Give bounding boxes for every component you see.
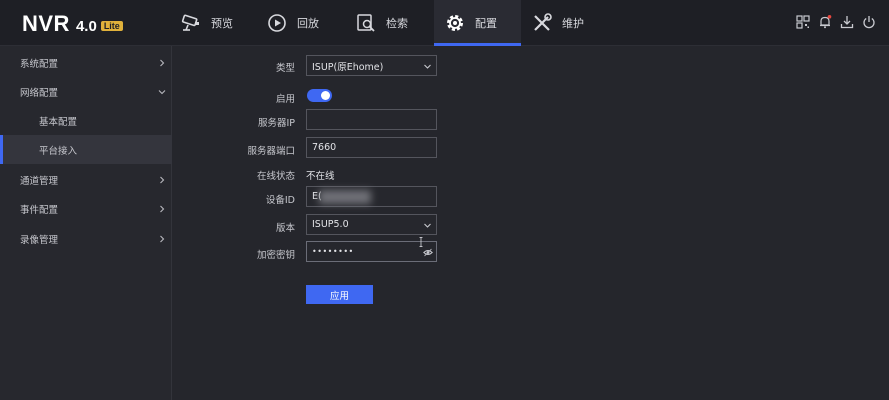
nav-config[interactable]: 配置 <box>434 0 521 46</box>
nav-playback-label: 回放 <box>297 17 319 30</box>
nav-search[interactable]: 检索 <box>355 0 435 46</box>
sidebar-item-label: 录像管理 <box>20 234 59 246</box>
chevron-right-icon <box>160 176 165 183</box>
enable-label: 启用 <box>275 94 295 105</box>
nav-search-label: 检索 <box>386 17 408 30</box>
server-port-input[interactable]: 7660 <box>306 137 437 158</box>
encryption-key-label: 加密密钥 <box>256 250 295 261</box>
chevron-right-icon <box>160 59 165 66</box>
type-label: 类型 <box>275 63 295 74</box>
toggle-knob <box>321 91 330 100</box>
chevron-right-icon <box>160 205 165 212</box>
top-bar: NVR 4.0 Lite 预览 回放 检索 配置 维护 <box>0 0 889 46</box>
version-select-value: ISUP5.0 <box>312 219 349 230</box>
sidebar-item-network-config[interactable]: 网络配置 <box>0 77 172 106</box>
gear-icon <box>447 15 463 31</box>
sidebar-item-platform-access[interactable]: 平台接入 <box>0 135 172 164</box>
power-icon[interactable] <box>862 15 876 29</box>
nav-preview-label: 预览 <box>211 17 233 30</box>
logo: NVR 4.0 Lite <box>22 11 123 37</box>
sidebar-item-label: 通道管理 <box>20 175 59 187</box>
chevron-down-icon <box>424 64 431 69</box>
sidebar-item-channel-management[interactable]: 通道管理 <box>0 165 172 194</box>
camera-icon <box>181 14 199 31</box>
sidebar-item-label: 网络配置 <box>20 87 59 99</box>
type-select-value: ISUP(原Ehome) <box>312 61 384 73</box>
nav-preview[interactable]: 预览 <box>180 0 264 46</box>
version-label: 版本 <box>275 223 295 234</box>
sidebar-item-event-config[interactable]: 事件配置 <box>0 194 172 223</box>
online-status-value: 不在线 <box>306 171 335 182</box>
sidebar-item-label: 基本配置 <box>39 116 78 128</box>
qr-code-icon[interactable] <box>796 15 810 29</box>
playback-icon <box>268 14 286 32</box>
logo-badge: Lite <box>100 21 123 31</box>
nav-maintenance-label: 维护 <box>562 17 584 30</box>
online-status-label: 在线状态 <box>256 171 295 182</box>
nav-config-label: 配置 <box>475 17 497 30</box>
download-icon[interactable] <box>840 15 854 29</box>
logo-name: NVR <box>22 11 70 36</box>
bell-icon[interactable] <box>818 15 832 29</box>
sidebar-item-label: 平台接入 <box>39 145 78 157</box>
server-port-value: 7660 <box>312 142 337 153</box>
encryption-key-input[interactable]: •••••••• <box>306 241 437 262</box>
eye-icon[interactable] <box>423 248 433 257</box>
sidebar-item-label: 系统配置 <box>20 58 59 70</box>
encryption-key-value: •••••••• <box>312 247 354 256</box>
chevron-down-icon <box>424 223 431 228</box>
redaction-blur <box>319 190 371 204</box>
sidebar-item-recording-management[interactable]: 录像管理 <box>0 224 172 253</box>
nav-maintenance[interactable]: 维护 <box>531 0 603 46</box>
server-ip-input[interactable] <box>306 109 437 130</box>
sidebar-item-label: 事件配置 <box>20 204 59 216</box>
server-port-label: 服务器端口 <box>247 146 295 157</box>
chevron-down-icon <box>158 89 166 94</box>
server-ip-label: 服务器IP <box>257 118 295 129</box>
type-select[interactable]: ISUP(原Ehome) <box>306 55 437 76</box>
version-select[interactable]: ISUP5.0 <box>306 214 437 235</box>
sidebar: 系统配置 网络配置 基本配置 平台接入 通道管理 事件配置 录像管理 <box>0 46 172 400</box>
device-id-label: 设备ID <box>265 195 295 206</box>
chevron-right-icon <box>160 235 165 242</box>
sidebar-item-basic-config[interactable]: 基本配置 <box>0 106 172 135</box>
logo-version: 4.0 <box>75 18 97 35</box>
sidebar-item-system-config[interactable]: 系统配置 <box>0 48 172 77</box>
wrench-icon <box>534 13 552 31</box>
enable-toggle[interactable] <box>307 89 332 102</box>
nav-playback[interactable]: 回放 <box>266 0 350 46</box>
text-cursor-icon <box>419 237 423 247</box>
search-icon <box>357 14 375 32</box>
apply-button[interactable]: 应用 <box>306 285 373 304</box>
